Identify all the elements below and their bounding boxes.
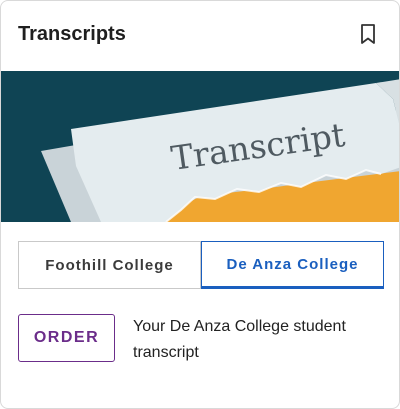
card-header: Transcripts <box>1 1 399 71</box>
order-button[interactable]: ORDER <box>18 314 115 362</box>
tab-de-anza-college[interactable]: De Anza College <box>201 241 384 289</box>
order-description: Your De Anza College student transcript <box>133 318 346 361</box>
bookmark-icon[interactable] <box>357 23 379 45</box>
transcript-image: Transcript <box>1 71 399 222</box>
card-title: Transcripts <box>18 23 126 45</box>
transcripts-card: Transcripts Transcript Foothill College … <box>0 0 400 409</box>
tab-foothill-college[interactable]: Foothill College <box>18 241 201 289</box>
college-tabs: Foothill College De Anza College <box>18 241 384 289</box>
